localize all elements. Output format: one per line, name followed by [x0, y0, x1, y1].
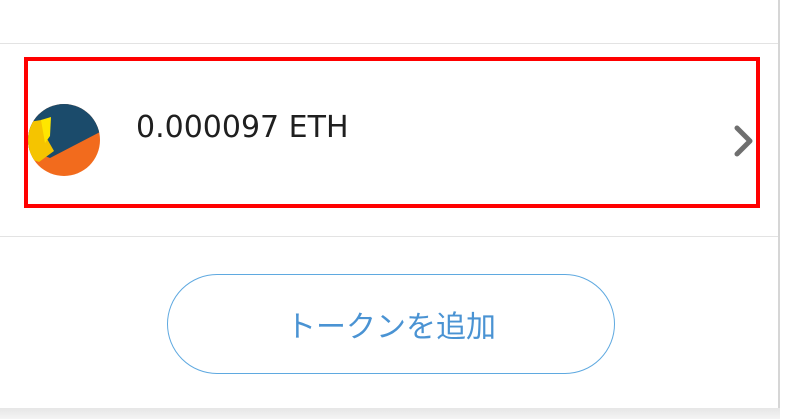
add-token-button[interactable]: トークンを追加	[167, 274, 615, 374]
token-row-eth[interactable]	[0, 44, 778, 236]
bottom-divider	[0, 236, 778, 237]
panel-bottom-shadow	[0, 408, 780, 419]
token-list-panel: 0.000097 ETH トークンを追加	[0, 0, 800, 419]
token-balance: 0.000097 ETH	[136, 110, 349, 145]
token-identicon-icon	[28, 104, 100, 176]
chevron-right-icon[interactable]	[730, 124, 756, 158]
panel-right-gutter	[780, 0, 800, 419]
